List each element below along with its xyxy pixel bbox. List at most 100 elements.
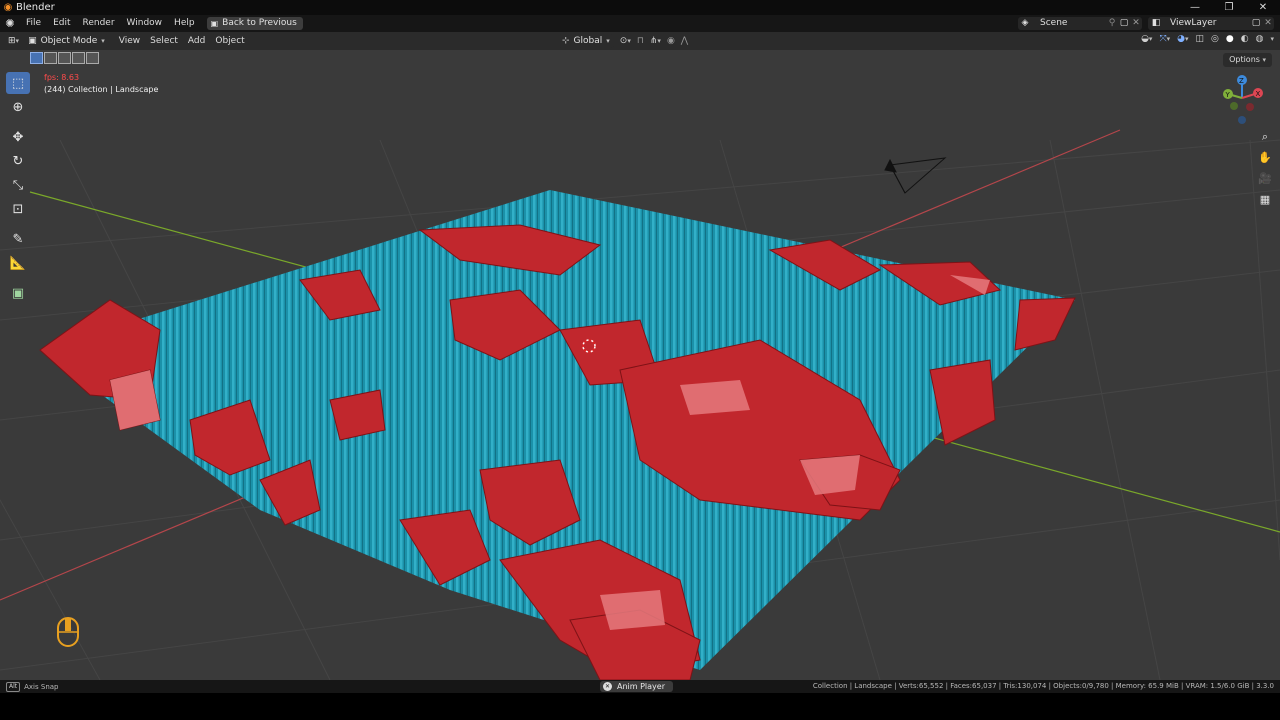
menu-bar: ✺ File Edit Render Window Help ▣ Back to…	[0, 15, 1280, 32]
scene-icon: ◈	[1021, 18, 1029, 28]
rendered-shading-icon[interactable]: ◍	[1256, 34, 1264, 44]
zoom-icon[interactable]: ⌕	[1256, 128, 1274, 145]
cursor-arrow-icon: ⬚	[11, 75, 25, 91]
anim-player-label: Anim Player	[617, 682, 665, 691]
options-label: Options	[1229, 55, 1260, 64]
select-invert-icon[interactable]	[72, 52, 85, 64]
title-bar: ◉ Blender — ❐ ✕	[0, 0, 1280, 15]
editor-type-icon[interactable]: ⊞▾	[0, 32, 24, 50]
scene-statistics: Collection | Landscape | Verts:65,552 | …	[812, 682, 1274, 690]
mouse-indicator-icon	[57, 617, 79, 647]
transform-orientation-dropdown[interactable]: ⊹ Global ▾	[558, 34, 614, 48]
transform-tool[interactable]: ⊡	[6, 198, 30, 220]
fps-readout: fps: 8.63	[44, 73, 80, 82]
pin-icon[interactable]: ⚲	[1106, 17, 1118, 30]
options-button[interactable]: Options ▾	[1223, 53, 1272, 67]
add-cube-icon: ▣	[11, 285, 25, 301]
rotate-icon: ↻	[12, 153, 24, 169]
proportional-edit-icon[interactable]: ◉	[667, 36, 675, 46]
move-arrows-icon: ✥	[12, 129, 24, 145]
back-to-previous-button[interactable]: ▣ Back to Previous	[206, 17, 303, 30]
menu-view[interactable]: View	[109, 32, 145, 50]
select-new-icon[interactable]	[30, 52, 43, 64]
selection-mode-buttons	[30, 52, 99, 64]
menu-file[interactable]: File	[20, 15, 47, 32]
wireframe-shading-icon[interactable]: ◎	[1211, 34, 1219, 44]
navigation-gizmo[interactable]: Z Y X	[1220, 72, 1270, 124]
add-cube-tool[interactable]: ▣	[6, 282, 30, 304]
select-intersect-icon[interactable]	[86, 52, 99, 64]
tool-shelf: ⬚ ⊕ ✥ ↻ ⤡ ⊡ ✎ 📐 ▣	[6, 72, 32, 304]
remove-scene-icon[interactable]: ✕	[1130, 17, 1142, 30]
cursor-tool[interactable]: ⊕	[6, 96, 30, 118]
maximize-button[interactable]: ❐	[1212, 0, 1246, 15]
crosshair-icon: ⊕	[12, 99, 24, 115]
scene-name: Scene	[1040, 18, 1068, 28]
3d-viewport[interactable]: Z Y X	[0, 50, 1280, 680]
transform-icon: ⊡	[12, 201, 24, 217]
object-mode-icon: ▣	[28, 36, 37, 46]
blender-menu-icon[interactable]: ✺	[0, 17, 20, 30]
gizmo-x-label: X	[1256, 90, 1261, 98]
gizmo-icon[interactable]: ⤧▾	[1159, 34, 1170, 44]
snap-target-icon[interactable]: ⋔▾	[650, 36, 661, 46]
scale-tool[interactable]: ⤡	[6, 174, 30, 196]
viewport-header: ⊞▾ ▣ Object Mode ▾ View Select Add Objec…	[0, 32, 1280, 50]
menu-select[interactable]: Select	[145, 32, 183, 50]
window-controls: — ❐ ✕	[1178, 0, 1280, 15]
chevron-down-icon: ▾	[101, 37, 105, 45]
alt-key-badge: Alt	[6, 681, 21, 692]
menu-edit[interactable]: Edit	[47, 15, 76, 32]
ruler-icon: 📐	[9, 255, 27, 271]
pivot-point-icon[interactable]: ⊙▾	[620, 36, 631, 46]
falloff-icon[interactable]: ⋀	[681, 36, 688, 46]
annotate-tool[interactable]: ✎	[6, 228, 30, 250]
xray-icon[interactable]: ◫	[1196, 34, 1205, 44]
mode-label: Object Mode	[40, 36, 98, 46]
close-icon[interactable]: ✕	[603, 682, 612, 691]
select-extend-icon[interactable]	[44, 52, 57, 64]
menu-window[interactable]: Window	[121, 15, 169, 32]
chevron-down-icon: ▾	[1262, 56, 1266, 64]
material-shading-icon[interactable]: ◐	[1241, 34, 1249, 44]
view-layer-name: ViewLayer	[1170, 18, 1217, 28]
orientation-label: Global	[573, 36, 603, 46]
camera-object[interactable]	[884, 157, 947, 194]
remove-view-layer-icon[interactable]: ✕	[1262, 17, 1274, 30]
visibility-icon[interactable]: ◒▾	[1141, 34, 1152, 44]
anim-player-button[interactable]: ✕ Anim Player	[600, 681, 673, 692]
view-layer-selector[interactable]: ◧ ViewLayer ▢ ✕	[1148, 17, 1274, 30]
menu-object[interactable]: Object	[210, 32, 249, 50]
axis-snap-hint: Axis Snap	[24, 682, 59, 691]
shading-options-icon[interactable]: ▾	[1270, 35, 1274, 43]
scene-render	[0, 129, 1280, 680]
menu-help[interactable]: Help	[168, 15, 201, 32]
mode-dropdown[interactable]: ▣ Object Mode ▾	[24, 34, 109, 48]
select-subtract-icon[interactable]	[58, 52, 71, 64]
snap-icon[interactable]: ⊓	[637, 36, 644, 46]
scene-selector[interactable]: ◈ Scene ⚲ ▢ ✕	[1018, 17, 1142, 30]
perspective-grid-icon[interactable]: ▦	[1256, 191, 1274, 208]
collection-info: (244) Collection | Landscape	[44, 85, 159, 94]
minimize-button[interactable]: —	[1178, 0, 1212, 15]
measure-tool[interactable]: 📐	[6, 252, 30, 274]
rotate-tool[interactable]: ↻	[6, 150, 30, 172]
menu-render[interactable]: Render	[77, 15, 121, 32]
move-tool[interactable]: ✥	[6, 126, 30, 148]
new-view-layer-icon[interactable]: ▢	[1250, 17, 1262, 30]
orientation-icon: ⊹	[562, 36, 570, 46]
pan-hand-icon[interactable]: ✋	[1256, 149, 1274, 166]
view-layer-icon: ◧	[1151, 18, 1161, 28]
close-button[interactable]: ✕	[1246, 0, 1280, 15]
camera-view-icon[interactable]: 🎥	[1256, 170, 1274, 187]
select-box-tool[interactable]: ⬚	[6, 72, 30, 94]
pencil-icon: ✎	[12, 231, 24, 247]
menu-add[interactable]: Add	[183, 32, 210, 50]
new-scene-icon[interactable]: ▢	[1118, 17, 1130, 30]
solid-shading-icon[interactable]: ●	[1226, 34, 1234, 44]
gizmo-z-label: Z	[1239, 77, 1244, 85]
blender-logo-icon: ◉	[3, 2, 13, 13]
status-bar: Alt Axis Snap ✕ Anim Player Collection |…	[0, 680, 1280, 693]
overlay-icon[interactable]: ◕▾	[1177, 34, 1188, 44]
chevron-down-icon: ▾	[606, 37, 610, 45]
